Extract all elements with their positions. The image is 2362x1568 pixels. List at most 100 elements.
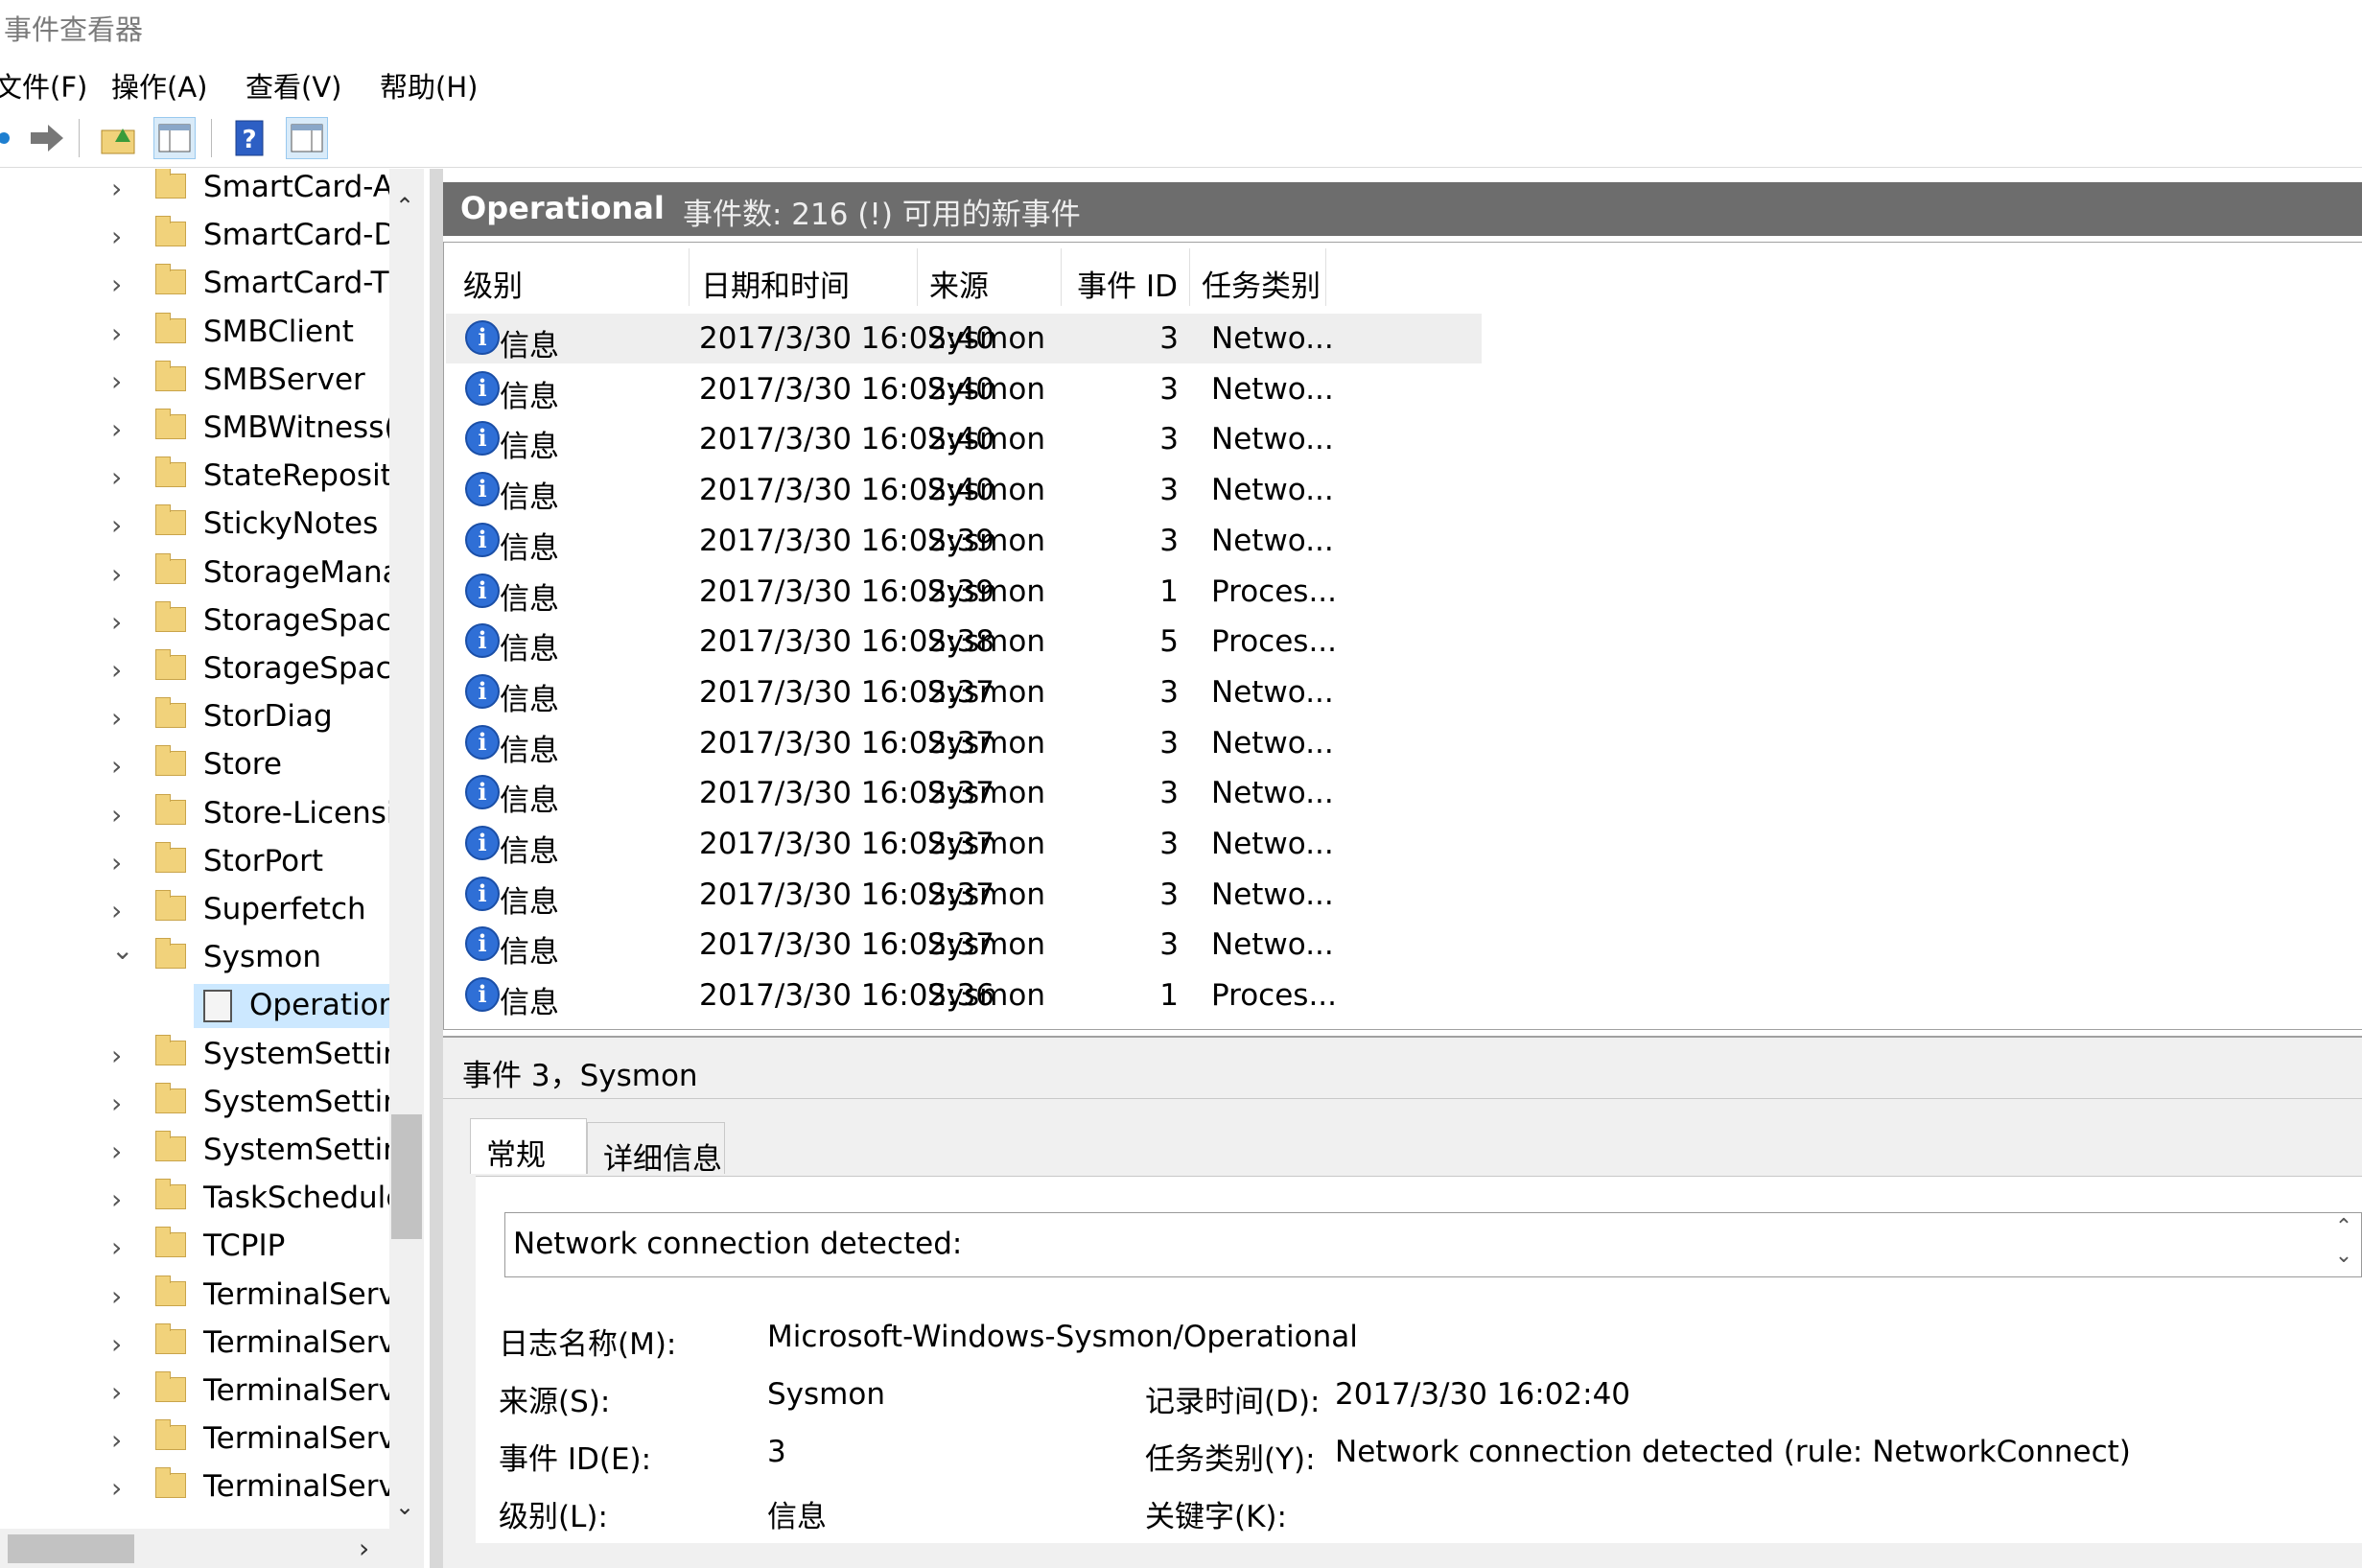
- chevron-right-icon[interactable]: ›: [111, 173, 122, 204]
- chevron-right-icon[interactable]: ›: [111, 1328, 122, 1360]
- table-row[interactable]: i 信息 2017/3/30 16:02:37 Sysmon 3 Netwo...: [446, 718, 1923, 768]
- help-icon[interactable]: ?: [228, 117, 270, 159]
- tree-item[interactable]: › SMBServer: [0, 357, 393, 405]
- cell-event-id: 3: [1159, 878, 1179, 912]
- forward-icon[interactable]: [25, 117, 67, 159]
- chevron-right-icon[interactable]: ›: [111, 1231, 122, 1263]
- tree-horizontal-scroll-thumb[interactable]: [8, 1534, 134, 1563]
- tree-item-label: StorDiag: [203, 699, 333, 734]
- back-icon[interactable]: [0, 117, 25, 159]
- tab-details[interactable]: 详细信息: [587, 1122, 725, 1177]
- tree-item[interactable]: › StateReposito: [0, 453, 410, 501]
- scroll-up-icon[interactable]: ⌃: [395, 188, 414, 222]
- tree-item[interactable]: › Superfetch: [0, 886, 393, 934]
- chevron-right-icon[interactable]: ›: [111, 895, 122, 926]
- tree-item[interactable]: › TerminalServ: [0, 1368, 396, 1416]
- chevron-right-icon[interactable]: ›: [111, 509, 122, 541]
- column-level[interactable]: 级别: [452, 248, 690, 306]
- folder-icon: [155, 456, 186, 487]
- tree-item[interactable]: › TaskSchedule: [0, 1175, 404, 1223]
- table-row[interactable]: i 信息 2017/3/30 16:02:37 Sysmon 3 Netwo...: [446, 768, 1923, 818]
- tree-item[interactable]: › StorageMana: [0, 550, 401, 597]
- chevron-right-icon[interactable]: ›: [111, 269, 122, 300]
- tree-item[interactable]: › SystemSetting: [0, 1079, 421, 1127]
- description-scroll-icon[interactable]: ⌃ ⌄: [2327, 1213, 2361, 1276]
- table-row[interactable]: i 信息 2017/3/30 16:02:37 Sysmon 3 Netwo...: [446, 920, 1923, 970]
- tree-item[interactable]: › Store-Licensi: [0, 790, 395, 838]
- tree-item[interactable]: › SystemSetting: [0, 1127, 421, 1175]
- menu-help[interactable]: 帮助(H): [380, 65, 478, 105]
- chevron-right-icon[interactable]: ›: [111, 221, 122, 252]
- column-source[interactable]: 来源: [918, 248, 1062, 306]
- event-description-box[interactable]: Network connection detected: ⌃ ⌄: [504, 1212, 2362, 1277]
- tree-vertical-scroll-thumb[interactable]: [391, 1114, 422, 1239]
- chevron-right-icon[interactable]: ›: [111, 413, 122, 445]
- chevron-right-icon[interactable]: ›: [111, 702, 122, 734]
- tree-item[interactable]: › StorDiag: [0, 693, 393, 741]
- column-task-category[interactable]: 任务类别: [1190, 248, 1326, 306]
- tree-item[interactable]: › Store: [0, 741, 393, 789]
- tree-item[interactable]: › SMBClient: [0, 309, 393, 357]
- chevron-right-icon[interactable]: ›: [111, 317, 122, 349]
- scroll-down-icon[interactable]: ⌄: [395, 1488, 414, 1522]
- tree-item[interactable]: › StorageSpac: [0, 645, 393, 693]
- tree-item[interactable]: ⌄ Sysmon: [0, 934, 393, 982]
- chevron-right-icon[interactable]: ›: [111, 847, 122, 878]
- chevron-right-icon[interactable]: ›: [111, 654, 122, 686]
- chevron-right-icon[interactable]: ›: [111, 1280, 122, 1312]
- menu-view[interactable]: 查看(V): [246, 65, 341, 105]
- tree-item[interactable]: › TCPIP: [0, 1223, 393, 1271]
- pane-splitter[interactable]: [430, 169, 443, 1568]
- up-folder-icon[interactable]: [98, 117, 140, 159]
- chevron-right-icon[interactable]: ›: [111, 558, 122, 590]
- column-datetime[interactable]: 日期和时间: [690, 248, 918, 306]
- chevron-right-icon[interactable]: ›: [111, 1135, 122, 1167]
- tree-item[interactable]: › TerminalServ: [0, 1320, 396, 1368]
- cell-level: 信息: [500, 480, 559, 515]
- tree-item[interactable]: › SMBWitness(: [0, 405, 395, 453]
- table-row[interactable]: i 信息 2017/3/30 16:02:40 Sysmon 3 Netwo...: [446, 465, 1923, 515]
- tree-item[interactable]: › SystemSetting: [0, 1031, 421, 1079]
- chevron-right-icon[interactable]: ›: [111, 799, 122, 831]
- table-row[interactable]: i 信息 2017/3/30 16:02:37 Sysmon 3 Netwo...: [446, 870, 1923, 920]
- chevron-down-icon[interactable]: ⌄: [111, 934, 133, 966]
- table-row[interactable]: i 信息 2017/3/30 16:02:39 Sysmon 3 Netwo...: [446, 516, 1923, 566]
- tree-item[interactable]: › TerminalServ: [0, 1272, 396, 1320]
- menu-action[interactable]: 操作(A): [111, 65, 207, 105]
- chevron-right-icon[interactable]: ›: [111, 1472, 122, 1504]
- tree-item[interactable]: › StorageSpac: [0, 597, 393, 645]
- tree-item[interactable]: › StorPort: [0, 838, 393, 886]
- tree-item-child[interactable]: Operation: [0, 982, 397, 1030]
- tree-item[interactable]: › SmartCard-TI: [0, 260, 398, 308]
- show-hide-tree-icon[interactable]: [153, 117, 196, 159]
- event-description: Network connection detected:: [513, 1227, 963, 1261]
- table-row[interactable]: i 信息 2017/3/30 16:02:37 Sysmon 3 Netwo...: [446, 819, 1923, 869]
- table-row[interactable]: i 信息 2017/3/30 16:02:40 Sysmon 3 Netwo...: [446, 414, 1923, 464]
- chevron-right-icon[interactable]: ›: [111, 1376, 122, 1408]
- menu-file[interactable]: 文件(F): [0, 65, 87, 105]
- tree-item[interactable]: › SmartCard-A: [0, 169, 393, 212]
- scroll-right-icon[interactable]: ›: [359, 1533, 369, 1564]
- chevron-right-icon[interactable]: ›: [111, 1088, 122, 1119]
- show-hide-action-pane-icon[interactable]: [286, 117, 328, 159]
- table-row[interactable]: i 信息 2017/3/30 16:02:39 Sysmon 1 Proces...: [446, 567, 1923, 617]
- chevron-right-icon[interactable]: ›: [111, 1424, 122, 1456]
- table-row[interactable]: i 信息 2017/3/30 16:02:40 Sysmon 3 Netwo...: [446, 314, 1482, 363]
- chevron-right-icon[interactable]: ›: [111, 1183, 122, 1215]
- table-row[interactable]: i 信息 2017/3/30 16:02:38 Sysmon 5 Proces...: [446, 617, 1923, 667]
- chevron-right-icon[interactable]: ›: [111, 606, 122, 638]
- tab-general[interactable]: 常规: [470, 1118, 587, 1174]
- column-event-id[interactable]: 事件 ID: [1062, 248, 1190, 306]
- tree-vertical-scrollbar[interactable]: [389, 169, 424, 1529]
- table-row[interactable]: i 信息 2017/3/30 16:02:36 Sysmon 1 Proces...: [446, 971, 1923, 1020]
- chevron-right-icon[interactable]: ›: [111, 750, 122, 782]
- table-row[interactable]: i 信息 2017/3/30 16:02:40 Sysmon 3 Netwo...: [446, 364, 1923, 414]
- tree-item[interactable]: › StickyNotes: [0, 501, 393, 549]
- chevron-right-icon[interactable]: ›: [111, 1040, 122, 1071]
- chevron-right-icon[interactable]: ›: [111, 461, 122, 493]
- tree-item[interactable]: › TerminalServ: [0, 1463, 396, 1511]
- tree-item[interactable]: › SmartCard-D: [0, 212, 396, 260]
- table-row[interactable]: i 信息 2017/3/30 16:02:37 Sysmon 3 Netwo...: [446, 667, 1923, 717]
- chevron-right-icon[interactable]: ›: [111, 365, 122, 397]
- tree-item[interactable]: › TerminalServ: [0, 1416, 396, 1463]
